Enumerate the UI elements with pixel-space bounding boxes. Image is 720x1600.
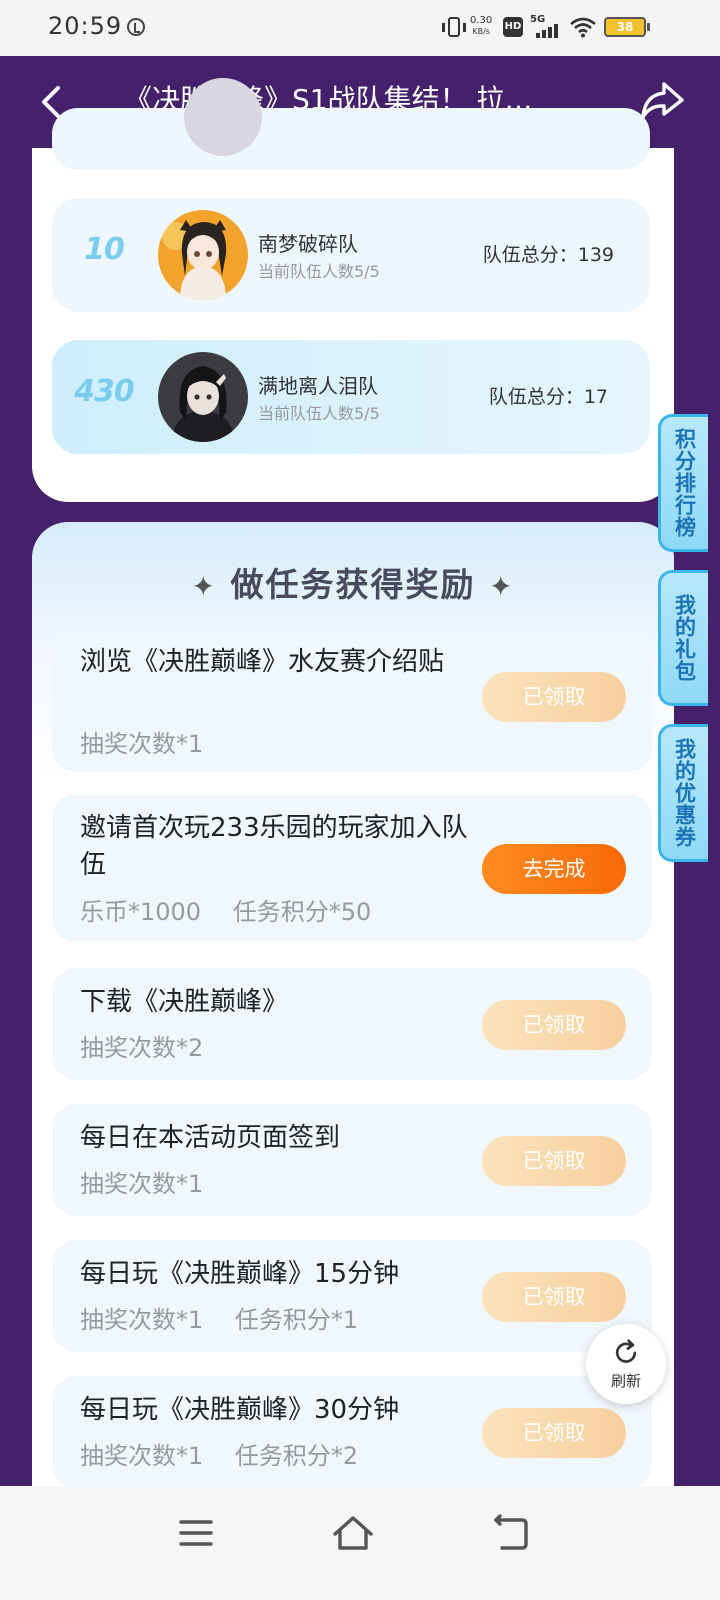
task-title: 邀请首次玩233乐园的玩家加入队伍 (80, 813, 468, 880)
task-title: 每日玩《决胜巅峰》30分钟 (80, 1395, 400, 1425)
task-rewards: 抽奖次数*1 (80, 1164, 203, 1199)
task-rewards: 乐币*1000 任务积分*50 (80, 892, 371, 927)
team-member-count: 当前队伍人数5/5 (258, 404, 380, 423)
team-row[interactable]: 10 南梦破碎队 当前队伍人数5/5 队伍总分：139 (52, 198, 650, 312)
signal-icon (536, 22, 562, 38)
tasks-section-title: ✦ 做任务获得奖励 ✦ (32, 558, 674, 606)
team-member-count: 当前队伍人数5/5 (258, 262, 380, 281)
avatar (184, 78, 262, 156)
task-reward-item: 抽奖次数*1 (80, 1442, 204, 1470)
system-nav-bar (0, 1486, 720, 1600)
status-time: 20:59 (48, 12, 123, 40)
side-tab-my-gifts[interactable]: 我的礼包 (658, 570, 708, 706)
vibrate-icon (442, 17, 466, 37)
sparkle-icon: ✦ (489, 570, 515, 603)
battery-level: 38 (616, 20, 634, 34)
sparkle-icon: ✦ (191, 570, 217, 603)
team-rank: 430 (74, 374, 135, 409)
task-reward-item: 任务积分*2 (234, 1442, 359, 1470)
claimed-button[interactable]: 已领取 (482, 1408, 626, 1458)
tasks-title-text: 做任务获得奖励 (230, 565, 476, 604)
task-reward-item: 乐币*1000 (80, 898, 202, 926)
team-ranking-panel: 10 南梦破碎队 当前队伍人数5/5 队伍总分：139 430 满地离人泪队 当… (32, 78, 674, 502)
battery-icon: 38 (604, 17, 650, 37)
team-score: 队伍总分：139 (482, 244, 614, 266)
task-reward-item: 抽奖次数*2 (80, 1034, 204, 1062)
task-card: 每日玩《决胜巅峰》15分钟 抽奖次数*1 任务积分*1 已领取 (52, 1240, 652, 1352)
task-card: 每日玩《决胜巅峰》30分钟 抽奖次数*1 任务积分*2 已领取 (52, 1376, 652, 1488)
go-complete-button[interactable]: 去完成 (482, 844, 626, 894)
app-notification-icon (127, 18, 145, 36)
refresh-button[interactable]: 刷新 (586, 1324, 666, 1404)
team-row-my-team[interactable]: 430 满地离人泪队 当前队伍人数5/5 队伍总分：17 (52, 340, 650, 454)
task-title: 每日在本活动页面签到 (80, 1123, 341, 1153)
task-reward-item: 抽奖次数*1 (80, 1306, 204, 1334)
task-card: 每日在本活动页面签到 抽奖次数*1 已领取 (52, 1104, 652, 1216)
task-rewards: 抽奖次数*1 任务积分*1 (80, 1300, 358, 1335)
hd-icon: HD (503, 17, 523, 37)
team-name: 南梦破碎队 (258, 232, 358, 256)
share-button[interactable] (638, 76, 686, 124)
menu-icon[interactable] (166, 1508, 226, 1558)
status-bar: 20:59 0.30 KB/s HD 5G 38 (0, 0, 720, 56)
team-name: 满地离人泪队 (258, 374, 378, 398)
claimed-button[interactable]: 已领取 (482, 1272, 626, 1322)
task-rewards: 抽奖次数*1 任务积分*2 (80, 1436, 358, 1471)
team-avatar (158, 352, 248, 442)
side-tab-my-coupons[interactable]: 我的优惠券 (658, 724, 708, 862)
claimed-button[interactable]: 已领取 (482, 1136, 626, 1186)
task-card: 邀请首次玩233乐园的玩家加入队伍 乐币*1000 任务积分*50 去完成 (52, 794, 652, 942)
network-speed: 0.30 KB/s (470, 15, 493, 36)
tasks-panel: ✦ 做任务获得奖励 ✦ 浏览《决胜巅峰》水友赛介绍贴 抽奖次数*1 已领取 邀请… (32, 522, 674, 1522)
task-reward-item: 任务积分*50 (232, 898, 372, 926)
back-nav-icon[interactable] (480, 1508, 540, 1558)
task-rewards: 抽奖次数*2 (80, 1028, 203, 1063)
team-score: 队伍总分：17 (488, 386, 608, 408)
task-title: 下载《决胜巅峰》 (80, 987, 289, 1017)
refresh-label: 刷新 (610, 1372, 641, 1390)
task-rewards: 抽奖次数*1 (80, 724, 203, 759)
team-avatar (158, 210, 248, 300)
claimed-button[interactable]: 已领取 (482, 1000, 626, 1050)
task-card: 浏览《决胜巅峰》水友赛介绍贴 抽奖次数*1 已领取 (52, 628, 652, 772)
refresh-icon (615, 1339, 637, 1363)
claimed-button[interactable]: 已领取 (482, 672, 626, 722)
task-reward-item: 任务积分*1 (234, 1306, 359, 1334)
task-card: 下载《决胜巅峰》 抽奖次数*2 已领取 (52, 968, 652, 1080)
task-reward-item: 抽奖次数*1 (80, 730, 204, 758)
task-title: 每日玩《决胜巅峰》15分钟 (80, 1259, 400, 1289)
home-icon[interactable] (323, 1508, 383, 1558)
team-rank: 10 (84, 232, 125, 267)
wifi-icon (570, 17, 596, 38)
task-reward-item: 抽奖次数*1 (80, 1170, 204, 1198)
side-tab-points-ranking[interactable]: 积分排行榜 (658, 414, 708, 552)
team-row-partial[interactable] (52, 78, 650, 170)
task-title: 浏览《决胜巅峰》水友赛介绍贴 (80, 647, 445, 677)
